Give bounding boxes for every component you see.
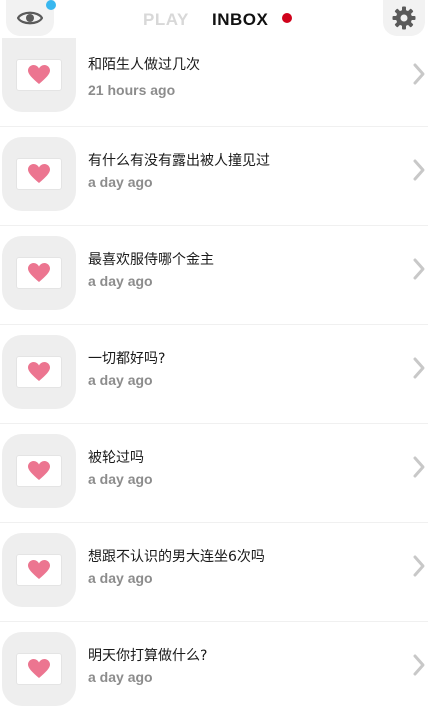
message-thumbnail: [2, 632, 76, 706]
chevron-right-icon[interactable]: [412, 257, 426, 281]
chevron-right-icon[interactable]: [412, 158, 426, 182]
notification-dot: [46, 0, 56, 10]
list-item[interactable]: 最喜欢服侍哪个金主 a day ago: [0, 226, 428, 325]
message-thumbnail: [2, 533, 76, 607]
tab-play[interactable]: PLAY: [143, 10, 189, 30]
message-time: a day ago: [88, 174, 153, 190]
message-thumbnail: [2, 434, 76, 508]
top-bar: PLAY INBOX: [0, 0, 428, 38]
inbox-unread-dot: [282, 13, 292, 23]
message-time: a day ago: [88, 570, 153, 586]
message-title: 一切都好吗?: [88, 351, 166, 367]
settings-button[interactable]: [383, 0, 425, 36]
gear-icon: [392, 6, 416, 30]
tab-inbox[interactable]: INBOX: [212, 10, 268, 30]
heart-icon: [28, 560, 50, 579]
message-thumbnail: [2, 335, 76, 409]
message-title: 想跟不认识的男大连坐6次吗: [88, 549, 265, 565]
app: PLAY INBOX 和陌生人做过几次 21 hours ago 有什么有没有露…: [0, 0, 428, 708]
chevron-right-icon[interactable]: [412, 554, 426, 578]
heart-icon: [28, 362, 50, 381]
envelope-icon: [16, 356, 62, 388]
message-time: a day ago: [88, 372, 153, 388]
chevron-right-icon[interactable]: [412, 356, 426, 380]
message-title: 明天你打算做什么?: [88, 648, 208, 664]
chevron-right-icon[interactable]: [412, 653, 426, 677]
message-title: 被轮过吗: [88, 450, 144, 466]
list-item[interactable]: 和陌生人做过几次 21 hours ago: [0, 38, 428, 127]
inbox-list: 和陌生人做过几次 21 hours ago 有什么有没有露出被人撞见过 a da…: [0, 38, 428, 708]
envelope-icon: [16, 455, 62, 487]
envelope-icon: [16, 158, 62, 190]
list-item[interactable]: 被轮过吗 a day ago: [0, 424, 428, 523]
message-time: 21 hours ago: [88, 82, 176, 98]
message-title: 有什么有没有露出被人撞见过: [88, 153, 270, 169]
eye-button[interactable]: [6, 0, 56, 36]
heart-icon: [28, 659, 50, 678]
message-thumbnail: [2, 38, 76, 112]
envelope-icon: [16, 554, 62, 586]
message-title: 和陌生人做过几次: [88, 57, 200, 73]
heart-icon: [28, 65, 50, 84]
message-time: a day ago: [88, 471, 153, 487]
message-thumbnail: [2, 137, 76, 211]
envelope-icon: [16, 653, 62, 685]
envelope-icon: [16, 59, 62, 91]
heart-icon: [28, 461, 50, 480]
eye-icon: [17, 11, 43, 25]
message-title: 最喜欢服侍哪个金主: [88, 252, 214, 268]
list-item[interactable]: 想跟不认识的男大连坐6次吗 a day ago: [0, 523, 428, 622]
chevron-right-icon[interactable]: [412, 62, 426, 86]
heart-icon: [28, 164, 50, 183]
envelope-icon: [16, 257, 62, 289]
list-item[interactable]: 一切都好吗? a day ago: [0, 325, 428, 424]
message-time: a day ago: [88, 669, 153, 685]
list-item[interactable]: 明天你打算做什么? a day ago: [0, 622, 428, 708]
message-time: a day ago: [88, 273, 153, 289]
chevron-right-icon[interactable]: [412, 455, 426, 479]
heart-icon: [28, 263, 50, 282]
message-thumbnail: [2, 236, 76, 310]
list-item[interactable]: 有什么有没有露出被人撞见过 a day ago: [0, 127, 428, 226]
